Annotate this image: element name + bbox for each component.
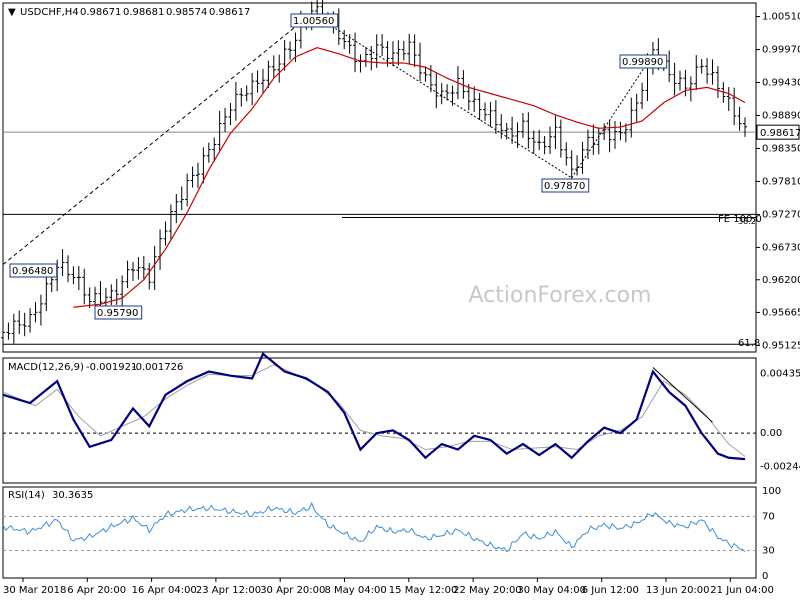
macd-signal-line bbox=[2, 364, 746, 457]
price-tick-label: 0.97270 bbox=[762, 209, 800, 220]
header-arrow: ▼ bbox=[8, 7, 16, 18]
rsi-series bbox=[2, 501, 746, 553]
price-tick-label: 0.98890 bbox=[762, 110, 800, 121]
x-tick-label: 30 May 04:00 bbox=[517, 585, 586, 596]
watermark: ActionForex.com bbox=[469, 283, 652, 308]
price-tick-label: 1.00510 bbox=[762, 12, 800, 23]
macd-panel-frame bbox=[2, 357, 757, 484]
fib-61-label: 61.8 bbox=[738, 338, 760, 349]
ma-line bbox=[73, 47, 746, 308]
current-price-label: 0.98617 bbox=[760, 128, 800, 139]
header-low: 0.98574 bbox=[166, 7, 207, 18]
trend-line bbox=[311, 13, 572, 179]
x-tick-label: 8 May 04:00 bbox=[325, 585, 387, 596]
macd-tick-label: 0.00 bbox=[760, 428, 782, 439]
price-tick-label: 0.99970 bbox=[762, 45, 800, 56]
macd-label-main: -0.001921 bbox=[86, 362, 137, 373]
trend-line bbox=[571, 54, 654, 179]
annotation-low-1: 0.97870 bbox=[544, 181, 585, 192]
rsi-tick-label: 30 bbox=[762, 546, 775, 557]
x-tick-label: 15 May 12:00 bbox=[389, 585, 458, 596]
rsi-axis: 100 70 30 0 bbox=[762, 486, 781, 582]
header-high: 0.98681 bbox=[123, 7, 164, 18]
macd-axis: 0.004351 0.00 -0.002448 bbox=[760, 369, 800, 473]
rsi-line bbox=[2, 501, 746, 553]
rsi-tick-label: 0 bbox=[762, 571, 768, 582]
price-tick-label: 0.99430 bbox=[762, 78, 800, 89]
price-tick-label: 0.95665 bbox=[762, 307, 800, 318]
x-axis: 30 Mar 2018 6 Apr 20:00 16 Apr 04:00 23 Apr… bbox=[3, 578, 774, 596]
annotation-low-3: 0.95790 bbox=[97, 308, 138, 319]
horizontal-levels bbox=[3, 131, 756, 551]
chart-svg: ▼ USDCHF,H4 0.98671 0.98681 0.98574 0.98… bbox=[1, 0, 800, 596]
x-tick-label: 6 Jun 12:00 bbox=[582, 585, 639, 596]
header-close: 0.98617 bbox=[209, 7, 250, 18]
x-tick-label: 13 Jun 20:00 bbox=[646, 585, 710, 596]
fib-38-label: 38.2 bbox=[738, 217, 756, 226]
annotation-low-2: 0.96480 bbox=[12, 266, 53, 277]
x-tick-label: 23 Apr 12:00 bbox=[196, 585, 261, 596]
annotation-high-2: 0.99890 bbox=[622, 57, 663, 68]
x-tick-label: 30 Apr 20:00 bbox=[260, 585, 325, 596]
price-tick-label: 0.96730 bbox=[762, 242, 800, 253]
macd-label-signal: -0.001726 bbox=[132, 362, 183, 373]
x-tick-label: 22 May 20:00 bbox=[453, 585, 522, 596]
rsi-tick-label: 70 bbox=[762, 512, 775, 523]
x-tick-label: 6 Apr 20:00 bbox=[67, 585, 126, 596]
trend-line bbox=[2, 13, 313, 265]
annotation-high-1: 1.00560 bbox=[293, 16, 334, 27]
rsi-label-value: 30.3635 bbox=[52, 490, 93, 501]
x-tick-label: 21 Jun 04:00 bbox=[710, 585, 774, 596]
x-tick-label: 30 Mar 2018 bbox=[3, 585, 66, 596]
header-symbol: USDCHF,H4 bbox=[20, 7, 79, 18]
price-tick-label: 0.98350 bbox=[762, 143, 800, 154]
header-open: 0.98671 bbox=[80, 7, 121, 18]
chart-window: ▼ USDCHF,H4 0.98671 0.98681 0.98574 0.98… bbox=[0, 0, 800, 600]
rsi-label-name: RSI(14) bbox=[8, 490, 45, 501]
moving-average bbox=[73, 47, 746, 308]
rsi-tick-label: 100 bbox=[762, 486, 781, 497]
macd-tick-label: 0.004351 bbox=[760, 369, 800, 380]
price-tick-label: 0.95125 bbox=[762, 340, 800, 351]
macd-trend-line bbox=[652, 367, 713, 423]
macd-tick-label: -0.002448 bbox=[760, 462, 800, 473]
price-tick-label: 0.96200 bbox=[762, 275, 800, 286]
macd-label-name: MACD(12,26,9) bbox=[8, 362, 84, 373]
rsi-panel-frame bbox=[2, 486, 757, 579]
price-axis: 1.00510 0.99970 0.99430 0.98890 0.98350 0.978… bbox=[756, 12, 800, 351]
price-tick-label: 0.97810 bbox=[762, 176, 800, 187]
x-tick-label: 16 Apr 04:00 bbox=[132, 585, 197, 596]
